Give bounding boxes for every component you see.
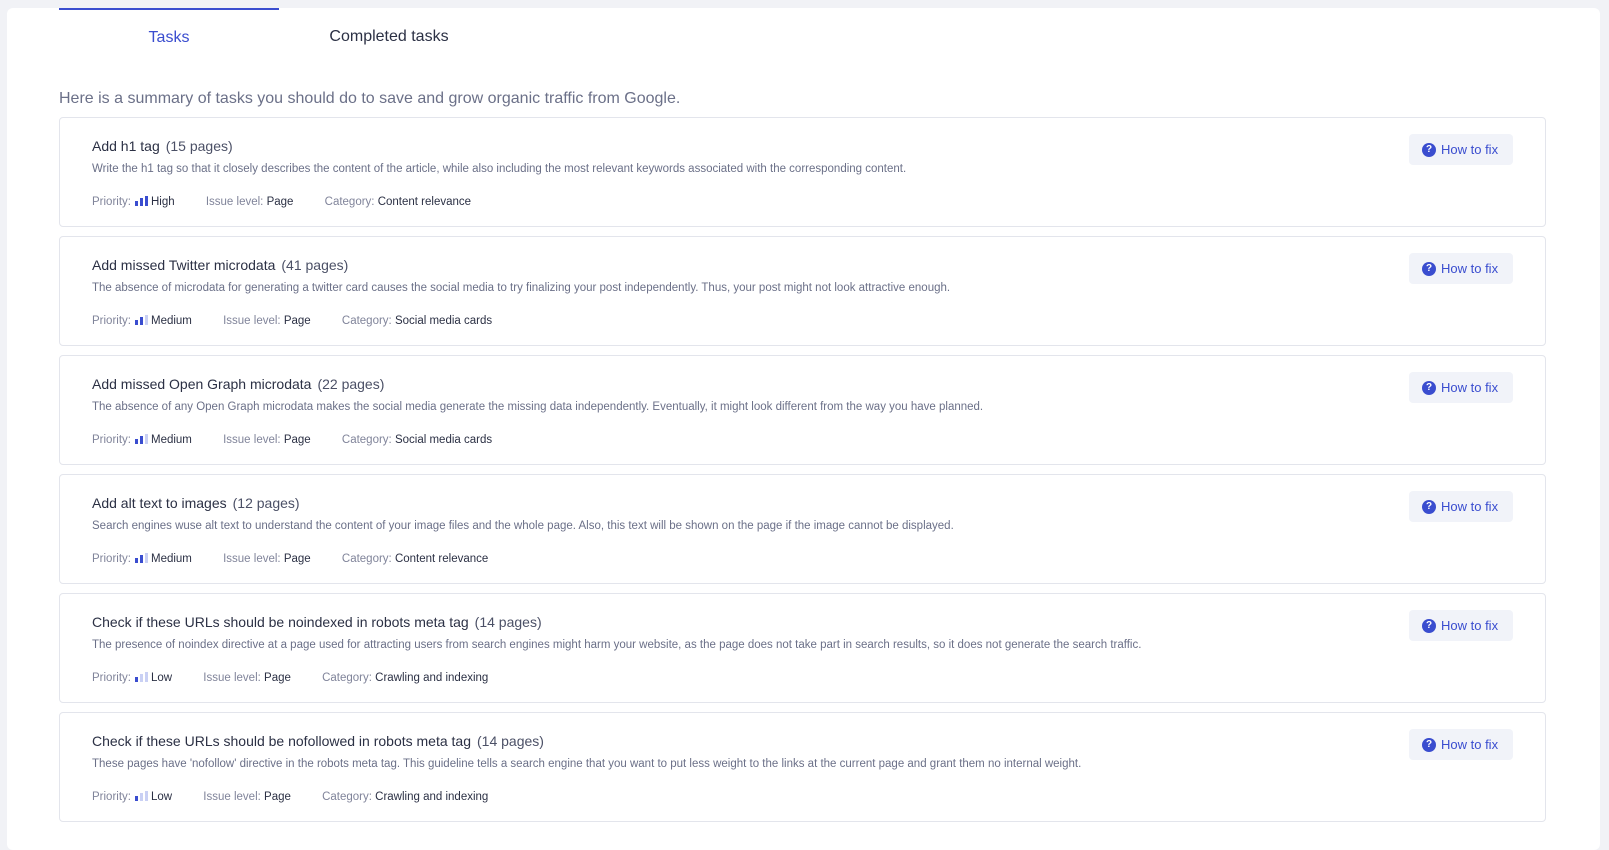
priority-value: Medium: [150, 553, 192, 565]
task-page-count[interactable]: (22 pages): [317, 376, 384, 392]
priority-value: Medium: [150, 434, 192, 446]
task-title: Check if these URLs should be noindexed …: [92, 614, 542, 630]
tasks-summary-text: Here is a summary of tasks you should do…: [59, 90, 681, 107]
issue-level-label: Issue level:: [223, 553, 281, 565]
issue-level-label: Issue level:: [203, 791, 261, 803]
how-to-fix-button[interactable]: ? How to fix: [1409, 729, 1513, 760]
help-icon: ?: [1422, 143, 1436, 157]
category-value: Social media cards: [394, 315, 493, 327]
task-title: Add missed Open Graph microdata (22 pages…: [92, 376, 385, 392]
priority-bars-icon: [134, 672, 148, 682]
issue-level-value: Page: [266, 196, 294, 208]
issue-level-label: Issue level:: [223, 434, 281, 446]
issue-level-value: Page: [264, 672, 291, 684]
priority-label: Priority:: [92, 196, 131, 208]
category-label: Category:: [341, 553, 392, 565]
category-value: Content relevance: [377, 196, 472, 208]
help-icon: ?: [1422, 619, 1436, 633]
task-meta: Priority: Low Issue level: Page Category:…: [92, 672, 488, 684]
task-title: Add missed Twitter microdata (41 pages): [92, 257, 349, 273]
task-description: The absence of microdata for generating …: [92, 282, 951, 294]
task-meta: Priority: Low Issue level: Page Category:…: [92, 791, 488, 803]
category-value: Social media cards: [394, 434, 493, 446]
priority-bars-icon: [134, 791, 148, 801]
help-icon: ?: [1422, 500, 1436, 514]
priority-value: Low: [150, 672, 173, 684]
issue-level-value: Page: [283, 434, 311, 446]
help-icon: ?: [1422, 738, 1436, 752]
task-card: Check if these URLs should be nofollowed…: [59, 712, 1546, 822]
how-to-fix-button[interactable]: ? How to fix: [1409, 253, 1513, 284]
category-label: Category:: [341, 434, 392, 446]
category-value: Content relevance: [394, 553, 489, 565]
task-page-count[interactable]: (12 pages): [233, 495, 300, 511]
issue-level-value: Page: [283, 315, 311, 327]
task-description: Write the h1 tag so that it closely desc…: [92, 163, 907, 175]
priority-label: Priority:: [92, 315, 131, 327]
task-card: Check if these URLs should be noindexed …: [59, 593, 1546, 703]
issue-level-value: Page: [283, 553, 311, 565]
task-description: The absence of any Open Graph microdata …: [92, 401, 984, 413]
priority-value: Low: [150, 791, 173, 803]
priority-value: Medium: [150, 315, 192, 327]
task-title: Add alt text to images (12 pages): [92, 495, 300, 511]
issue-level-label: Issue level:: [223, 315, 281, 327]
task-meta: Priority: Medium Issue level: Page Catego…: [92, 315, 492, 327]
how-to-fix-button[interactable]: ? How to fix: [1409, 134, 1513, 165]
how-to-fix-button[interactable]: ? How to fix: [1409, 372, 1513, 403]
task-title: Check if these URLs should be nofollowed…: [92, 733, 544, 749]
task-card: Add missed Twitter microdata (41 pages) T…: [59, 236, 1546, 346]
category-label: Category:: [322, 672, 372, 684]
priority-label: Priority:: [92, 434, 131, 446]
task-page-count[interactable]: (14 pages): [477, 733, 544, 749]
issue-level-label: Issue level:: [203, 672, 261, 684]
help-icon: ?: [1422, 262, 1436, 276]
tasks-panel: Tasks Completed tasks Here is a summary …: [7, 8, 1600, 850]
task-description: Search engines wuse alt text to understa…: [92, 520, 954, 532]
how-to-fix-button[interactable]: ? How to fix: [1409, 610, 1513, 641]
category-label: Category:: [324, 196, 375, 208]
issue-level-label: Issue level:: [205, 196, 264, 208]
task-description: These pages have 'nofollow' directive in…: [92, 758, 1082, 770]
task-description: The presence of noindex directive at a p…: [92, 639, 1142, 651]
priority-label: Priority:: [92, 672, 131, 684]
task-card: Add alt text to images (12 pages) Search …: [59, 474, 1546, 584]
task-page-count[interactable]: (41 pages): [281, 257, 348, 273]
issue-level-value: Page: [264, 791, 291, 803]
category-label: Category:: [341, 315, 392, 327]
priority-bars-icon: [134, 553, 148, 563]
tab-completed-tasks[interactable]: Completed tasks: [279, 8, 499, 50]
task-title: Add h1 tag (15 pages): [92, 138, 233, 154]
task-page-count[interactable]: (14 pages): [475, 614, 542, 630]
priority-label: Priority:: [92, 553, 131, 565]
priority-value: High: [150, 196, 175, 208]
priority-bars-icon: [134, 196, 148, 206]
priority-bars-icon: [134, 315, 148, 325]
task-page-count[interactable]: (15 pages): [166, 138, 233, 154]
priority-bars-icon: [134, 434, 148, 444]
task-card: Add missed Open Graph microdata (22 pages…: [59, 355, 1546, 465]
how-to-fix-button[interactable]: ? How to fix: [1409, 491, 1513, 522]
priority-label: Priority:: [92, 791, 131, 803]
category-value: Crawling and indexing: [375, 672, 489, 684]
category-value: Crawling and indexing: [375, 791, 489, 803]
tab-tasks[interactable]: Tasks: [59, 8, 279, 52]
task-meta: Priority: Medium Issue level: Page Catego…: [92, 434, 492, 446]
category-label: Category:: [322, 791, 372, 803]
task-card: Add h1 tag (15 pages) Write the h1 tag so…: [59, 117, 1546, 227]
help-icon: ?: [1422, 381, 1436, 395]
task-meta: Priority: High Issue level: Page Category…: [92, 196, 471, 208]
task-meta: Priority: Medium Issue level: Page Catego…: [92, 553, 488, 565]
